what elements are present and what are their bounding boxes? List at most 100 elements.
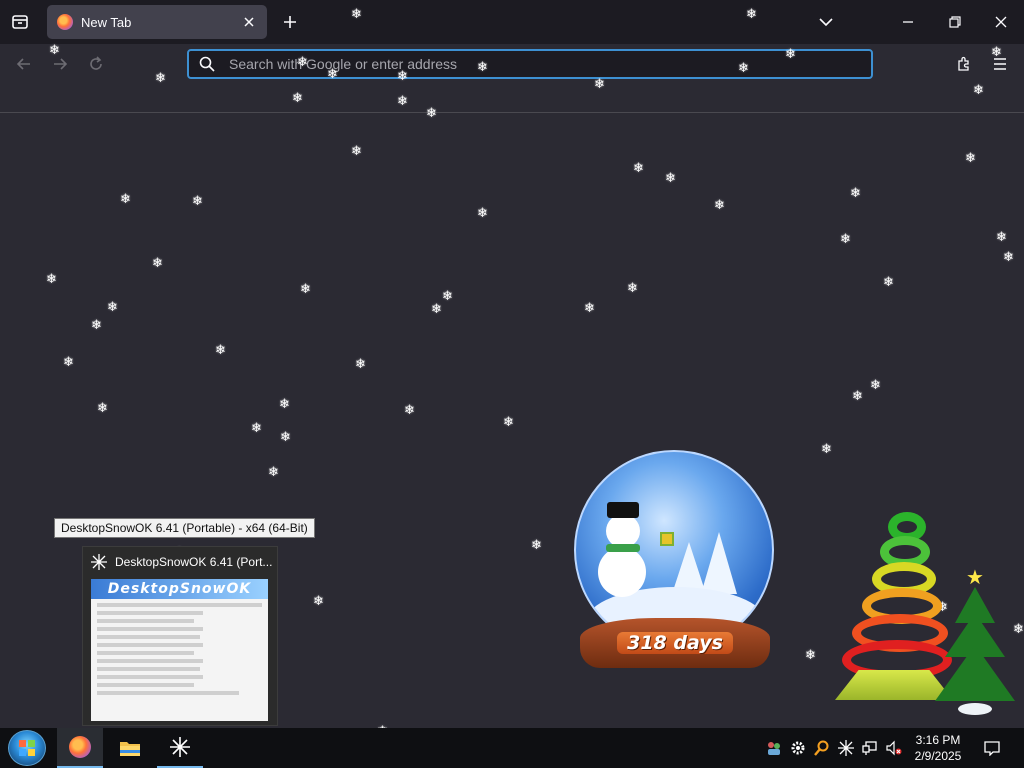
snowflake-icon: ❄ xyxy=(63,354,74,369)
reload-button[interactable] xyxy=(84,52,108,76)
app-banner: DesktopSnowOK xyxy=(91,579,268,599)
snowflake-icon: ❄ xyxy=(97,400,108,415)
tab-new-tab[interactable]: New Tab xyxy=(47,5,267,39)
snowflake-icon: ❄ xyxy=(280,429,291,444)
snowflake-icon: ❄ xyxy=(300,281,311,296)
minimize-button[interactable] xyxy=(896,10,920,34)
globe-tree-icon xyxy=(701,532,737,594)
tree-snow-base xyxy=(958,703,992,715)
tab-list-icon[interactable] xyxy=(8,10,32,34)
list-all-tabs-button[interactable] xyxy=(814,10,838,34)
snowflake-icon: ❄ xyxy=(584,300,595,315)
taskbar-firefox[interactable] xyxy=(57,728,103,768)
app-menu-button[interactable] xyxy=(988,52,1012,76)
plus-icon xyxy=(284,16,296,28)
navigation-toolbar xyxy=(0,44,1024,84)
folder-icon xyxy=(120,742,140,756)
preview-row xyxy=(97,691,239,695)
snowflake-icon xyxy=(91,554,107,570)
forward-button[interactable] xyxy=(48,52,72,76)
start-button[interactable] xyxy=(8,730,46,766)
preview-row xyxy=(97,659,204,663)
snowflake-icon: ❄ xyxy=(442,288,453,303)
preview-row xyxy=(97,683,195,687)
snowflake-icon: ❄ xyxy=(107,299,118,314)
people-icon[interactable] xyxy=(766,740,782,756)
christmas-tree: ★ xyxy=(930,565,1020,725)
gear-icon[interactable] xyxy=(790,740,806,756)
firefox-icon xyxy=(57,14,73,30)
snowflake-icon: ❄ xyxy=(870,377,881,392)
snowflake-icon: ❄ xyxy=(46,271,57,286)
network-icon[interactable] xyxy=(862,740,878,756)
snowflake-icon: ❄ xyxy=(251,420,262,435)
snowflake-icon: ❄ xyxy=(805,647,816,662)
snowflake-icon: ❄ xyxy=(665,170,676,185)
snowflake-icon: ❄ xyxy=(313,593,324,608)
clock-date: 2/9/2025 xyxy=(914,749,962,763)
snowflake-icon: ❄ xyxy=(965,150,976,165)
windows-orb-icon xyxy=(19,740,35,756)
snowflake-icon[interactable] xyxy=(838,740,854,756)
back-button[interactable] xyxy=(12,52,36,76)
tree-layer xyxy=(935,645,1015,701)
taskbar: 3:16 PM 2/9/2025 xyxy=(0,728,1024,768)
preview-row xyxy=(97,667,200,671)
preview-row xyxy=(97,635,200,639)
search-input[interactable] xyxy=(229,56,829,72)
taskbar-tooltip: DesktopSnowOK 6.41 (Portable) - x64 (64-… xyxy=(54,518,315,538)
preview-row xyxy=(97,619,195,623)
snowflake-icon: ❄ xyxy=(627,280,638,295)
snowflake-icon: ❄ xyxy=(973,82,984,97)
firefox-icon xyxy=(69,736,91,758)
snowflake-icon: ❄ xyxy=(840,231,851,246)
volume-muted-icon[interactable] xyxy=(886,740,902,756)
days-counter: 318 days xyxy=(617,632,733,654)
reload-icon xyxy=(90,56,102,70)
snowflake-icon: ❄ xyxy=(633,160,644,175)
snowflake-icon: ❄ xyxy=(852,388,863,403)
taskbar-desktopsnowok[interactable] xyxy=(157,728,203,768)
snowflake-icon: ❄ xyxy=(431,301,442,316)
thumbnail-title: DesktopSnowOK 6.41 (Port... xyxy=(115,555,273,569)
preview-row xyxy=(97,627,204,631)
snowman-hat xyxy=(607,502,639,518)
taskbar-thumbnail-preview[interactable]: DesktopSnowOK 6.41 (Port... DesktopSnowO… xyxy=(82,546,278,726)
snowman-head xyxy=(606,514,640,548)
new-tab-button[interactable] xyxy=(278,10,302,34)
gift-icon xyxy=(660,532,674,546)
snowflake-icon: ❄ xyxy=(477,205,488,220)
search-tool-icon[interactable] xyxy=(814,740,830,756)
close-window-button[interactable] xyxy=(989,10,1013,34)
preview-row xyxy=(97,603,262,607)
close-icon[interactable] xyxy=(241,14,257,30)
snowflake-icon: ❄ xyxy=(355,356,366,371)
thumbnail-window-image: DesktopSnowOK xyxy=(91,579,268,721)
snowflake-icon: ❄ xyxy=(996,229,1007,244)
preview-row xyxy=(97,651,195,655)
snowflake-icon: ❄ xyxy=(714,197,725,212)
system-clock[interactable]: 3:16 PM 2/9/2025 xyxy=(906,732,970,764)
preview-row xyxy=(97,611,204,615)
puzzle-icon xyxy=(958,56,969,71)
snowflake-icon: ❄ xyxy=(279,396,290,411)
snowflake-icon: ❄ xyxy=(503,414,514,429)
address-bar[interactable] xyxy=(187,49,873,79)
extensions-button[interactable] xyxy=(952,52,976,76)
snowflake-icon: ❄ xyxy=(292,90,303,105)
minimize-icon xyxy=(903,21,913,23)
tab-bar: New Tab xyxy=(0,0,1024,44)
restore-button[interactable] xyxy=(943,10,967,34)
preview-row xyxy=(97,643,204,647)
close-icon xyxy=(995,16,1007,28)
hamburger-icon xyxy=(994,58,1006,70)
snow-globe: 318 days xyxy=(572,450,776,670)
snowflake-icon: ❄ xyxy=(1003,249,1014,264)
snowflake-icon: ❄ xyxy=(850,185,861,200)
taskbar-file-explorer[interactable] xyxy=(107,728,153,768)
snowman-icon xyxy=(598,547,646,597)
snow-globe-base: 318 days xyxy=(580,618,770,668)
snowflake-icon: ❄ xyxy=(152,255,163,270)
notification-center-button[interactable] xyxy=(980,736,1004,760)
snowman-scarf xyxy=(606,544,640,552)
